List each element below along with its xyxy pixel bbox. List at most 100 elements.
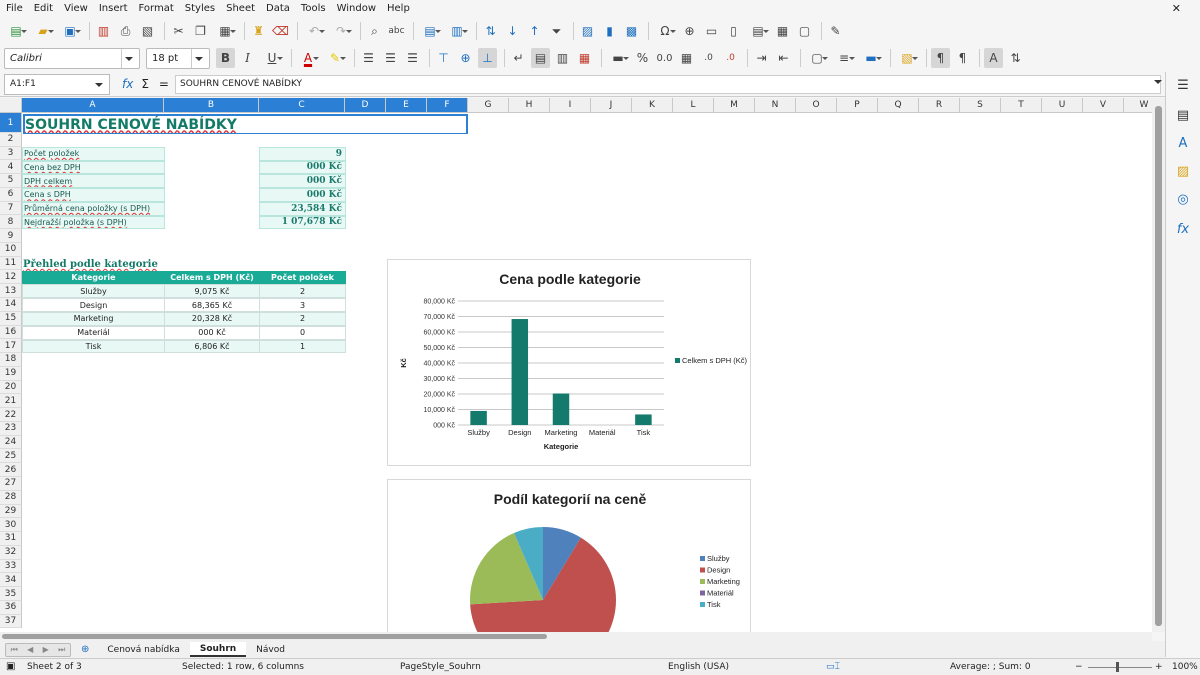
- first-sheet-icon[interactable]: ⏮: [11, 645, 18, 655]
- tab-0[interactable]: Cenová nabídka: [97, 642, 189, 657]
- row-header-15[interactable]: 15: [0, 311, 22, 326]
- row-header-36[interactable]: 36: [0, 600, 22, 615]
- next-sheet-icon[interactable]: ▶: [43, 645, 49, 654]
- column-header-H[interactable]: H: [509, 98, 550, 113]
- row-header-29[interactable]: 29: [0, 504, 22, 519]
- row-header-19[interactable]: 19: [0, 366, 22, 381]
- row-header-35[interactable]: 35: [0, 587, 22, 601]
- spreadsheet-grid[interactable]: SOUHRN CENOVÉ NABÍDKY Počet položek 9 Cena…: [0, 98, 1158, 632]
- row-header-17[interactable]: 17: [0, 339, 22, 354]
- column-icon[interactable]: ▥: [445, 21, 469, 41]
- column-header-B[interactable]: B: [164, 98, 259, 113]
- status-aggregate[interactable]: Average: ; Sum: 0: [950, 662, 1031, 672]
- row-header-21[interactable]: 21: [0, 394, 22, 409]
- row-header-6[interactable]: 6: [0, 187, 22, 202]
- open-folder-icon[interactable]: ▰: [31, 21, 55, 41]
- text-horizontal-icon[interactable]: ⇅: [1006, 48, 1025, 68]
- freeze-rows-icon[interactable]: ▦: [773, 21, 792, 41]
- styles-icon[interactable]: A: [1174, 136, 1192, 154]
- category-count[interactable]: 1: [259, 339, 346, 354]
- row-header-14[interactable]: 14: [0, 298, 22, 312]
- column-header-V[interactable]: V: [1083, 98, 1124, 113]
- menu-styles[interactable]: Styles: [185, 3, 215, 14]
- menu-help[interactable]: Help: [387, 3, 410, 14]
- bar-Tisk[interactable]: [635, 414, 652, 425]
- selection-mode-icon[interactable]: ▭⌶: [826, 662, 840, 672]
- category-header[interactable]: Celkem s DPH (Kč): [164, 270, 260, 285]
- column-header-T[interactable]: T: [1001, 98, 1042, 113]
- prev-sheet-icon[interactable]: ◀: [27, 645, 33, 654]
- category-name[interactable]: Design: [22, 298, 165, 312]
- percent-format-icon[interactable]: %: [633, 48, 652, 68]
- redo-icon[interactable]: ↷: [329, 21, 353, 41]
- unmerge-cells-icon[interactable]: ▦: [575, 48, 594, 68]
- row-header-13[interactable]: 13: [0, 284, 22, 298]
- pivot-table-icon[interactable]: ▩: [622, 21, 641, 41]
- bar-Služby[interactable]: [470, 410, 487, 425]
- sheet-title[interactable]: SOUHRN CENOVÉ NABÍDKY: [23, 114, 468, 134]
- expand-formula-icon[interactable]: [1154, 80, 1162, 88]
- underline-icon[interactable]: U: [260, 48, 284, 68]
- column-header-U[interactable]: U: [1042, 98, 1083, 113]
- close-document-icon[interactable]: ✕: [1172, 2, 1181, 15]
- align-center-icon[interactable]: ☰: [381, 48, 400, 68]
- insert-chart-icon[interactable]: ▮: [600, 21, 619, 41]
- column-header-C[interactable]: C: [259, 98, 345, 113]
- category-count[interactable]: 2: [259, 312, 346, 326]
- column-header-E[interactable]: E: [386, 98, 427, 113]
- spelling-icon[interactable]: abc: [387, 21, 406, 41]
- category-count[interactable]: 2: [259, 284, 346, 299]
- row-header-8[interactable]: 8: [0, 215, 22, 230]
- column-header-M[interactable]: M: [714, 98, 755, 113]
- conditional-format-icon[interactable]: ▧: [895, 48, 919, 68]
- undo-icon[interactable]: ↶: [302, 21, 326, 41]
- column-header-P[interactable]: P: [837, 98, 878, 113]
- category-name[interactable]: Tisk: [22, 339, 165, 354]
- row-header-25[interactable]: 25: [0, 449, 22, 464]
- date-format-icon[interactable]: ▦: [677, 48, 696, 68]
- summary-value[interactable]: 23,584 Kč: [259, 201, 346, 216]
- row-header-1[interactable]: 1: [0, 113, 22, 133]
- summary-value[interactable]: 000 Kč: [259, 160, 346, 175]
- properties-icon[interactable]: ▤: [1174, 108, 1192, 126]
- column-header-G[interactable]: G: [468, 98, 509, 113]
- zoom-slider[interactable]: [1088, 667, 1152, 668]
- navigator-icon[interactable]: ◎: [1174, 192, 1192, 210]
- menu-tools[interactable]: Tools: [301, 3, 326, 14]
- delete-decimal-icon[interactable]: .0: [721, 48, 740, 68]
- split-window-icon[interactable]: ▢: [795, 21, 814, 41]
- row-header-31[interactable]: 31: [0, 532, 22, 546]
- zoom-out-icon[interactable]: −: [1075, 662, 1083, 672]
- summary-label[interactable]: Cena s DPH: [22, 188, 165, 202]
- summary-value[interactable]: 9: [259, 146, 346, 161]
- horizontal-scroll-thumb[interactable]: [2, 634, 547, 639]
- menu-sheet[interactable]: Sheet: [226, 3, 255, 14]
- sort-icon[interactable]: ⇅: [481, 21, 500, 41]
- autofilter-icon[interactable]: ⏷: [547, 21, 566, 41]
- wrap-text-icon[interactable]: ↵: [509, 48, 528, 68]
- vertical-scrollbar[interactable]: [1152, 98, 1165, 632]
- sort-descending-icon[interactable]: ↑: [525, 21, 544, 41]
- column-header-A[interactable]: A: [22, 98, 164, 113]
- increase-indent-icon[interactable]: ⇥: [752, 48, 771, 68]
- horizontal-scrollbar[interactable]: [0, 632, 1152, 641]
- row-header-33[interactable]: 33: [0, 559, 22, 574]
- row-header-16[interactable]: 16: [0, 325, 22, 340]
- summary-label[interactable]: Průměrná cena položky (s DPH): [22, 201, 165, 216]
- menu-insert[interactable]: Insert: [99, 3, 128, 14]
- row-header-28[interactable]: 28: [0, 490, 22, 505]
- column-header-F[interactable]: F: [427, 98, 468, 113]
- rtl-icon[interactable]: ¶: [953, 48, 972, 68]
- cut-icon[interactable]: ✂: [169, 21, 188, 41]
- column-header-R[interactable]: R: [919, 98, 960, 113]
- header-footer-icon[interactable]: ▯: [724, 21, 743, 41]
- font-size-box[interactable]: 18 pt: [146, 47, 210, 69]
- zoom-in-icon[interactable]: +: [1155, 662, 1163, 672]
- sort-ascending-icon[interactable]: ↓: [503, 21, 522, 41]
- bar-Design[interactable]: [511, 319, 529, 425]
- row-header-34[interactable]: 34: [0, 573, 22, 588]
- row-header-20[interactable]: 20: [0, 380, 22, 395]
- row-header-37[interactable]: 37: [0, 614, 22, 629]
- tab-1[interactable]: Souhrn: [189, 642, 247, 657]
- bar-chart[interactable]: Cena podle kategorie 000 Kč 10,000 Kč 20,00…: [387, 259, 751, 466]
